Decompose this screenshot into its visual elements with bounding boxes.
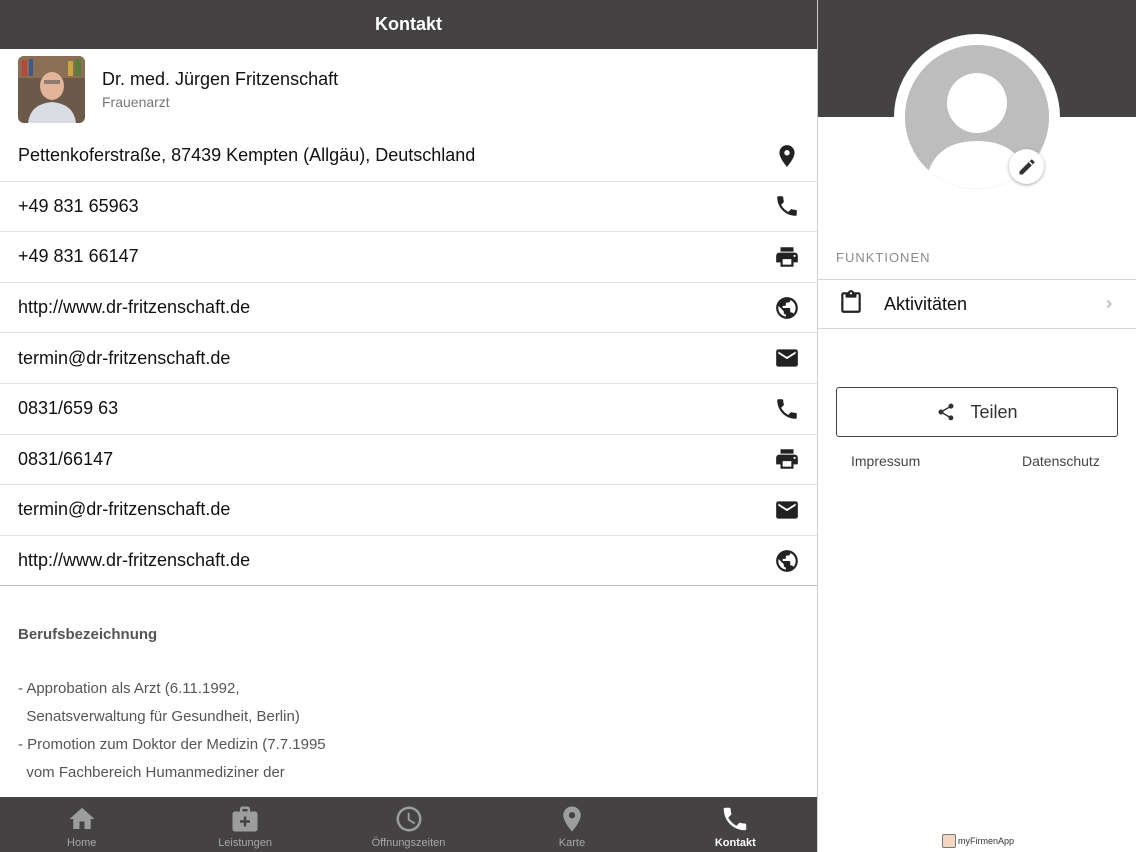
pencil-icon — [1019, 159, 1034, 174]
page-title: Kontakt — [375, 14, 442, 34]
contact-row-email[interactable]: termin@dr-fritzenschaft.de — [0, 485, 817, 536]
contact-text: Pettenkoferstraße, 87439 Kempten (Allgäu… — [18, 145, 476, 166]
location-pin-icon — [773, 142, 801, 170]
description-section: Berufsbezeichnung - Approbation als Arzt… — [18, 626, 798, 787]
home-icon — [69, 807, 95, 829]
contact-row-website[interactable]: http://www.dr-fritzenschaft.de — [0, 536, 817, 587]
contact-text: termin@dr-fritzenschaft.de — [18, 499, 231, 520]
contact-row-email[interactable]: termin@dr-fritzenschaft.de — [0, 333, 817, 384]
description-line: - Promotion zum Doktor der Medizin (7.7.… — [18, 736, 326, 753]
chevron-right-icon — [1094, 296, 1124, 312]
contact-text: http://www.dr-fritzenschaft.de — [18, 297, 251, 318]
impressum-link[interactable]: Impressum — [851, 453, 920, 469]
profile-header: Dr. med. Jürgen Fritzenschaft Frauenarzt — [18, 56, 338, 124]
tab-label: Karte — [558, 837, 586, 849]
tab-label: Leistungen — [218, 837, 273, 849]
clipboard-icon — [838, 289, 864, 320]
phone-icon — [773, 192, 801, 220]
profile-photo — [18, 56, 85, 123]
datenschutz-link[interactable]: Datenschutz — [1022, 453, 1100, 469]
contact-text: +49 831 65963 — [18, 195, 139, 216]
phone-icon — [773, 395, 801, 423]
tab-label: Home — [67, 837, 97, 849]
globe-icon — [773, 547, 801, 575]
contact-row-website[interactable]: http://www.dr-fritzenschaft.de — [0, 283, 817, 334]
share-button[interactable]: Teilen — [836, 387, 1118, 437]
contact-row-phone[interactable]: 0831/659 63 — [0, 384, 817, 435]
tab-leistungen[interactable]: Leistungen — [163, 797, 326, 852]
tab-kontakt[interactable]: Kontakt — [654, 797, 817, 852]
tab-karte[interactable]: Karte — [490, 797, 653, 852]
contact-row-fax[interactable]: 0831/66147 — [0, 435, 817, 486]
tab-label: Öffnungszeiten — [371, 837, 446, 849]
medical-bag-icon — [232, 806, 258, 832]
printer-icon — [773, 445, 801, 473]
contact-row-address[interactable]: Pettenkoferstraße, 87439 Kempten (Allgäu… — [0, 131, 817, 182]
description-line: - Approbation als Arzt (6.11.1992, — [18, 680, 240, 697]
footer-logo: myFirmenApp — [942, 834, 1014, 848]
side-panel: FUNKTIONEN Aktivitäten Teilen Impressum … — [818, 0, 1136, 852]
contact-text: +49 831 66147 — [18, 246, 139, 267]
globe-icon — [773, 294, 801, 322]
description-line: Senatsverwaltung für Gesundheit, Berlin) — [18, 708, 300, 725]
activities-label: Aktivitäten — [884, 293, 968, 314]
tab-home[interactable]: Home — [0, 797, 163, 852]
clock-icon — [396, 806, 422, 832]
description-line: vom Fachbereich Humanmediziner der — [18, 764, 285, 781]
bottom-tab-bar: Home Leistungen Öffnungszeiten Karte Kon… — [0, 797, 817, 852]
printer-icon — [773, 243, 801, 271]
tab-oeffnungszeiten[interactable]: Öffnungszeiten — [327, 797, 490, 852]
main-panel: Kontakt Dr. med. Jürgen Fritzenschaft Fr… — [0, 0, 817, 852]
contact-list: Pettenkoferstraße, 87439 Kempten (Allgäu… — [0, 131, 817, 587]
phone-icon — [724, 807, 747, 831]
description-title: Berufsbezeichnung — [18, 626, 158, 643]
share-icon — [938, 403, 954, 421]
share-label: Teilen — [970, 401, 1018, 422]
contact-row-fax[interactable]: +49 831 66147 — [0, 232, 817, 283]
edit-avatar-button[interactable] — [1009, 149, 1044, 184]
section-label: FUNKTIONEN — [836, 250, 931, 265]
footer-logo-text: myFirmenApp — [958, 836, 1015, 846]
contact-text: termin@dr-fritzenschaft.de — [18, 347, 231, 368]
top-bar: Kontakt — [0, 0, 817, 49]
profile-subtitle: Frauenarzt — [102, 94, 170, 110]
app-logo-icon — [942, 834, 956, 848]
activities-item[interactable]: Aktivitäten — [818, 279, 1136, 329]
tab-label: Kontakt — [714, 837, 756, 849]
contact-text: 0831/66147 — [18, 448, 114, 469]
contact-text: http://www.dr-fritzenschaft.de — [18, 550, 251, 571]
contact-row-phone[interactable]: +49 831 65963 — [0, 182, 817, 233]
mail-icon — [773, 496, 801, 524]
mail-icon — [773, 344, 801, 372]
contact-text: 0831/659 63 — [18, 398, 119, 419]
location-pin-icon — [563, 806, 581, 832]
profile-name: Dr. med. Jürgen Fritzenschaft — [102, 69, 339, 89]
